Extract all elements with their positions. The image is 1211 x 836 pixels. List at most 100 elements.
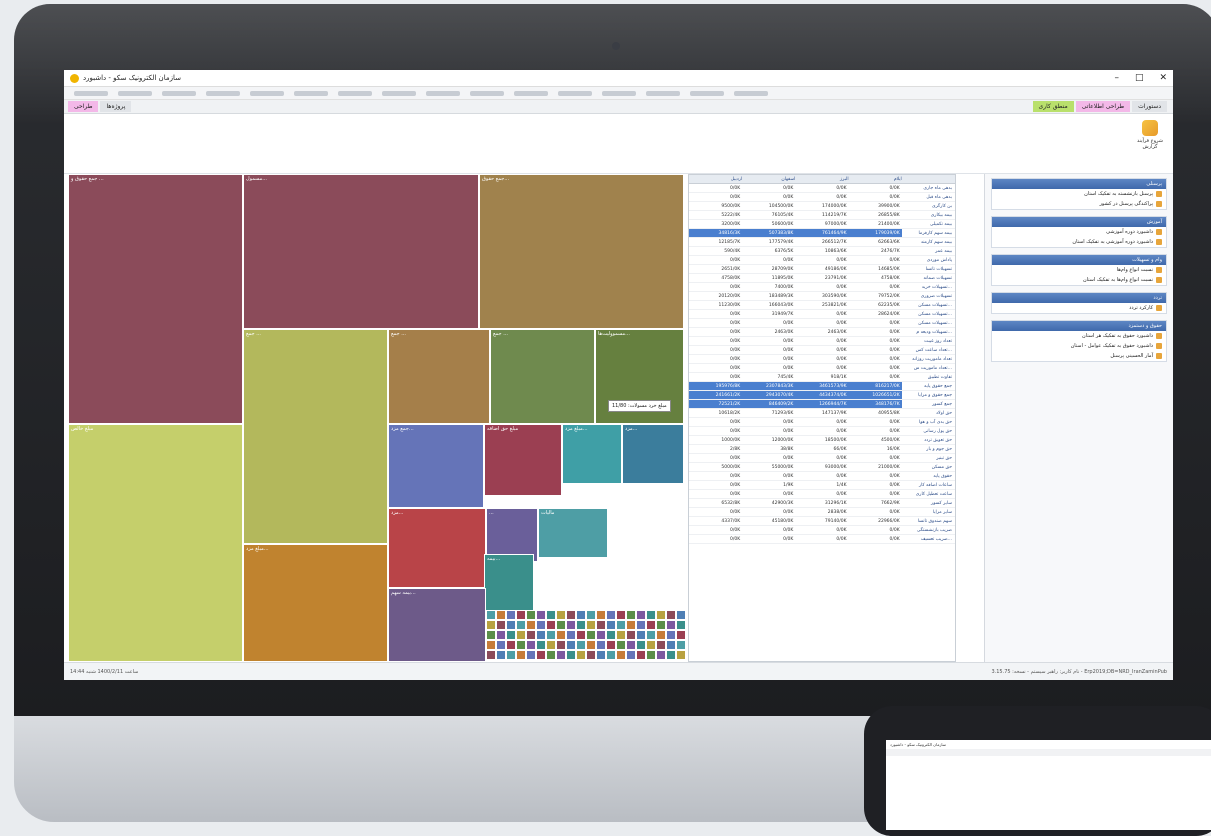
treemap-cell[interactable]: جمع ... <box>243 329 388 544</box>
grid-row[interactable]: 0/0K 2463/0K 2463/0K 0/0K تسهیلات ودیعه م... <box>689 328 955 337</box>
toolbar-item[interactable] <box>426 90 460 96</box>
treemap-small-cell[interactable] <box>506 650 516 660</box>
treemap-small-cell[interactable] <box>516 640 526 650</box>
treemap-small-cell[interactable] <box>506 630 516 640</box>
dashboard-link[interactable]: نسبت انواع وام‌ها <box>992 265 1166 275</box>
treemap-small-cell[interactable] <box>576 650 586 660</box>
grid-row[interactable]: 0/0K 0/0K 0/0K 0/0K حقوق پایه <box>689 472 955 481</box>
treemap-small-cell[interactable] <box>606 650 616 660</box>
treemap-cell[interactable]: بیمه سهم... <box>388 588 486 662</box>
treemap-small-cell[interactable] <box>636 630 646 640</box>
treemap-cell[interactable]: مبلغ مزد... <box>243 544 388 662</box>
grid-row[interactable]: 0/0K 0/0K 0/0K 0/0K ساعت تعطیل کاری <box>689 490 955 499</box>
grid-row[interactable]: 5222/4K 76105/4K 114219/7K 26855/8K بیمه بیک… <box>689 211 955 220</box>
grid-row[interactable]: 3200/0K 50600/0K 97000/0K 21400/0K بیمه تکمی… <box>689 220 955 229</box>
toolbar-item[interactable] <box>734 90 768 96</box>
treemap-small-cell[interactable] <box>556 620 566 630</box>
treemap-small-cell[interactable] <box>576 640 586 650</box>
grid-row[interactable]: 590/4K 6376/5K 10863/6K 2476/7K بیمه عمر <box>689 247 955 256</box>
close-button[interactable]: ✕ <box>1159 73 1167 83</box>
toolbar-item[interactable] <box>206 90 240 96</box>
treemap-small-cell[interactable] <box>566 640 576 650</box>
dashboard-link[interactable]: داشبورد دوره آموزشی <box>992 227 1166 237</box>
treemap-small-cell[interactable] <box>586 620 596 630</box>
treemap-cell[interactable]: مبلغ خالص <box>68 424 243 662</box>
treemap-small-cell[interactable] <box>606 640 616 650</box>
treemap-small-cell[interactable] <box>486 620 496 630</box>
grid-row[interactable]: 72521/2K 846409/2K 1266944/7K 348176/7K جمع … <box>689 400 955 409</box>
treemap-small-cell[interactable] <box>516 610 526 620</box>
treemap-small-cell[interactable] <box>676 630 686 640</box>
treemap-small-cell[interactable] <box>556 610 566 620</box>
treemap-small-cell[interactable] <box>606 630 616 640</box>
grid-row[interactable]: 0/0K 745/4K 918/1K 0/0K تفاوت تطبیق <box>689 373 955 382</box>
treemap-small-cell[interactable] <box>536 610 546 620</box>
treemap-small-cell[interactable] <box>646 640 656 650</box>
treemap-small-cell[interactable] <box>526 640 536 650</box>
treemap-small-cell[interactable] <box>676 620 686 630</box>
treemap-small-cell[interactable] <box>496 630 506 640</box>
dashboard-link[interactable]: پرسنل بازنشسته به تفکیک استان <box>992 189 1166 199</box>
grid-row[interactable]: 1000/0K 12000/0K 18500/0K 4500/0K حق تعویق ت… <box>689 436 955 445</box>
grid-row[interactable]: 0/0K 1/9K 1/4K 0/0K ساعات اضافه کار <box>689 481 955 490</box>
treemap-small-cell[interactable] <box>676 610 686 620</box>
treemap-small-cell[interactable] <box>506 610 516 620</box>
treemap-small-cell[interactable] <box>566 630 576 640</box>
treemap-small-cell[interactable] <box>616 630 626 640</box>
treemap-cell[interactable]: جمع مزد... <box>388 424 484 508</box>
grid-row[interactable]: 0/0K 0/0K 0/0K 0/0K تسهیلات مسکن... <box>689 319 955 328</box>
grid-row[interactable]: 0/0K 0/0K 0/0K 0/0K پاداش موردی <box>689 256 955 265</box>
treemap-small-cell[interactable] <box>616 640 626 650</box>
treemap-small-cell[interactable] <box>596 640 606 650</box>
grid-row[interactable]: 0/0K 7400/0K 0/0K 0/0K تسهیلات خرید... <box>689 283 955 292</box>
dashboard-link[interactable]: داشبورد دوره آموزشی به تفکیک استان <box>992 237 1166 247</box>
grid-row[interactable]: 12185/7K 177579/4K 266512/7K 62663/6K بیمه س… <box>689 238 955 247</box>
grid-row[interactable]: 0/0K 0/0K 0/0K 0/0K ضریب تعسیف... <box>689 535 955 544</box>
treemap-small-cell[interactable] <box>606 610 616 620</box>
dashboard-link[interactable]: نسبت انواع وام‌ها به تفکیک استان <box>992 275 1166 285</box>
grid-row[interactable]: 2651/0K 28709/0K 49186/0K 14685/0K تسهیلات ت… <box>689 265 955 274</box>
treemap-small-cell[interactable] <box>576 630 586 640</box>
treemap-small-cell[interactable] <box>556 650 566 660</box>
dashboard-group-header[interactable]: وام و تسهیلات <box>992 255 1166 265</box>
treemap-small-cell[interactable] <box>636 610 646 620</box>
minimize-button[interactable]: – <box>1114 73 1119 83</box>
treemap-small-cell[interactable] <box>496 650 506 660</box>
toolbar-item[interactable] <box>162 90 196 96</box>
treemap-small-cell[interactable] <box>626 620 636 630</box>
grid-row[interactable]: 195976/8K 2307843/3K 3461573/9K 816217/0K جم… <box>689 382 955 391</box>
treemap-small-cell[interactable] <box>626 650 636 660</box>
treemap-cell[interactable]: مسمول... <box>243 174 479 329</box>
start-report-button[interactable]: شروع فرآیند گزارش <box>1135 120 1165 150</box>
dashboard-link[interactable]: داشبورد حقوق به تفکیک هر استان <box>992 331 1166 341</box>
toolbar-item[interactable] <box>646 90 680 96</box>
toolbar-item[interactable] <box>382 90 416 96</box>
treemap-small-cell[interactable] <box>516 620 526 630</box>
treemap-small-cell[interactable] <box>526 620 536 630</box>
treemap-chart[interactable]: جمع حقوق و ... مسمول... جمع حقوق... جمع ...… <box>68 174 686 662</box>
treemap-small-cell[interactable] <box>496 640 506 650</box>
grid-row[interactable]: 4758/0K 11895/0K 23791/0K 4758/0K تسهیلات ضم… <box>689 274 955 283</box>
treemap-cell[interactable]: جمع ... <box>490 329 595 424</box>
treemap-small-cell[interactable] <box>526 610 536 620</box>
grid-row[interactable]: 2/8K 38/8K 66/0K 16/0K حق جوم و بار <box>689 445 955 454</box>
grid-row[interactable]: 10618/2K 71293/6K 147137/9K 40955/8K حق اولا… <box>689 409 955 418</box>
grid-row[interactable]: 0/0K 0/0K 0/0K 0/0K تعداد ماموریت س... <box>689 364 955 373</box>
treemap-small-cell[interactable] <box>666 620 676 630</box>
grid-row[interactable]: 0/0K 0/0K 0/0K 0/0K تعداد ماموریت روزانه <box>689 355 955 364</box>
dashboard-group-header[interactable]: حقوق و دستمزد <box>992 321 1166 331</box>
treemap-small-cell[interactable] <box>656 650 666 660</box>
pivot-grid[interactable]: اردیبل اسفهان البرز ایلام 0/0K 0/0K 0/0K 0/0K ب… <box>688 174 956 662</box>
treemap-small-cell[interactable] <box>526 650 536 660</box>
treemap-small-cell[interactable] <box>566 610 576 620</box>
toolbar-item[interactable] <box>294 90 328 96</box>
tab-projects[interactable]: پروژه‌ها <box>100 101 132 112</box>
treemap-small-cell[interactable] <box>496 620 506 630</box>
dashboard-group-header[interactable]: تردد <box>992 293 1166 303</box>
toolbar-item[interactable] <box>74 90 108 96</box>
treemap-small-cell[interactable] <box>676 650 686 660</box>
grid-row[interactable]: 9500/0K 104500/0K 174000/0K 39900/0K بن کارگ… <box>689 202 955 211</box>
treemap-small-cell[interactable] <box>536 630 546 640</box>
grid-row[interactable]: 0/0K 0/0K 0/0K 0/0K بدهی ماه قبل <box>689 193 955 202</box>
treemap-small-cell[interactable] <box>546 620 556 630</box>
